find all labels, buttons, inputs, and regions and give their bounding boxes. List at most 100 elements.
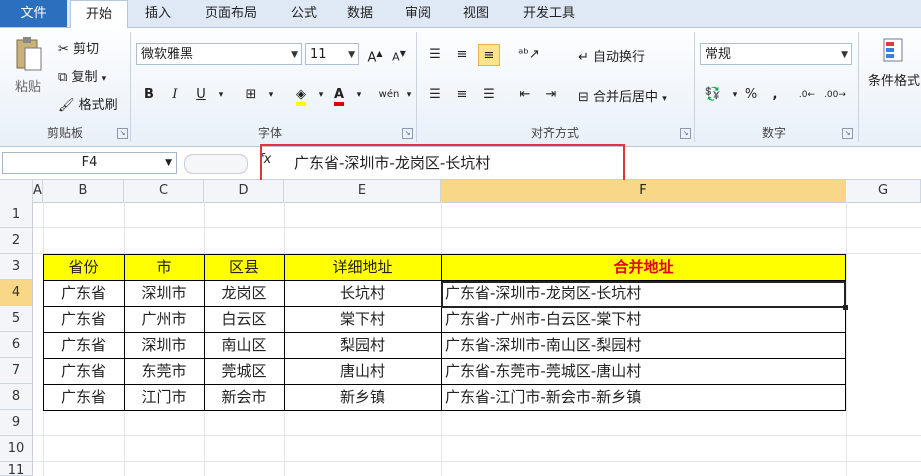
select-all-corner[interactable]: [0, 180, 33, 202]
column-header-e[interactable]: E: [284, 180, 441, 202]
conditional-format-button[interactable]: 条件格式: [864, 36, 921, 89]
tab-formulas[interactable]: 公式: [280, 0, 328, 27]
align-bottom-icon[interactable]: ≡: [478, 44, 500, 66]
column-header-b[interactable]: B: [43, 180, 124, 202]
name-box[interactable]: F4 ▼: [2, 152, 177, 174]
row-header-2[interactable]: 2: [0, 228, 33, 254]
table-cell[interactable]: 白云区: [204, 306, 284, 332]
increase-decimal-icon[interactable]: .0←: [796, 84, 818, 106]
font-color-icon[interactable]: A: [328, 84, 350, 106]
font-name-select[interactable]: 微软雅黑 ▼: [136, 43, 302, 65]
cut-button[interactable]: ✂ 剪切: [58, 38, 99, 57]
bold-button[interactable]: B: [138, 84, 160, 106]
comma-button[interactable]: ,: [764, 84, 786, 106]
table-cell[interactable]: 广州市: [124, 306, 204, 332]
table-cell-merged[interactable]: 广东省-深圳市-南山区-梨园村: [441, 332, 846, 358]
table-cell-merged[interactable]: 广东省-东莞市-莞城区-唐山村: [441, 358, 846, 384]
row-header-9[interactable]: 9: [0, 410, 33, 436]
tab-page-layout[interactable]: 页面布局: [192, 0, 270, 27]
decrease-indent-icon[interactable]: ⇤: [514, 84, 536, 106]
alignment-launcher-icon[interactable]: ↘: [680, 128, 691, 139]
row-header-1[interactable]: 1: [0, 202, 33, 228]
align-top-icon[interactable]: ☰: [424, 44, 446, 66]
table-cell[interactable]: 广东省: [43, 358, 124, 384]
table-cell[interactable]: 新乡镇: [284, 384, 441, 410]
borders-icon[interactable]: ⊞: [240, 84, 262, 106]
name-box-dropdown-icon[interactable]: ▼: [165, 153, 172, 173]
grow-font-icon[interactable]: A▲: [364, 43, 386, 65]
table-header-address[interactable]: 详细地址: [284, 254, 441, 280]
table-header-merged-address[interactable]: 合并地址: [441, 254, 846, 280]
row-header-6[interactable]: 6: [0, 332, 33, 358]
table-cell[interactable]: 深圳市: [124, 332, 204, 358]
percent-button[interactable]: %: [740, 84, 762, 106]
row-header-8[interactable]: 8: [0, 384, 33, 410]
tab-home[interactable]: 开始: [70, 0, 128, 29]
table-cell[interactable]: 东莞市: [124, 358, 204, 384]
table-cell[interactable]: 新会市: [204, 384, 284, 410]
table-cell[interactable]: 南山区: [204, 332, 284, 358]
table-cell[interactable]: 广东省: [43, 306, 124, 332]
decrease-decimal-icon[interactable]: .00→: [824, 84, 846, 106]
number-format-select[interactable]: 常规 ▼: [700, 43, 852, 65]
orientation-icon[interactable]: ᵃᵇ↗: [518, 44, 540, 66]
row-header-4[interactable]: 4: [0, 280, 33, 306]
column-header-g[interactable]: G: [846, 180, 921, 202]
fill-handle[interactable]: [843, 305, 848, 310]
align-middle-icon[interactable]: ≡: [451, 44, 473, 66]
table-cell[interactable]: 长坑村: [284, 280, 441, 306]
column-header-c[interactable]: C: [124, 180, 204, 202]
table-header-district[interactable]: 区县: [204, 254, 284, 280]
row-header-3[interactable]: 3: [0, 254, 33, 280]
column-header-f[interactable]: F: [441, 180, 846, 202]
wrap-text-button[interactable]: ↵ 自动换行: [578, 46, 645, 65]
table-cell[interactable]: 深圳市: [124, 280, 204, 306]
font-launcher-icon[interactable]: ↘: [402, 128, 413, 139]
tab-view[interactable]: 视图: [452, 0, 500, 27]
copy-button[interactable]: ⧉ 复制 ▾: [58, 66, 106, 85]
table-header-city[interactable]: 市: [124, 254, 204, 280]
phonetic-icon[interactable]: wén: [378, 84, 400, 106]
column-header-d[interactable]: D: [204, 180, 284, 202]
column-header-a[interactable]: A: [33, 180, 43, 202]
tab-review[interactable]: 审阅: [394, 0, 442, 27]
row-header-10[interactable]: 10: [0, 436, 33, 462]
currency-icon[interactable]: 💱: [702, 84, 724, 106]
fill-color-icon[interactable]: ◈: [290, 84, 312, 106]
table-cell[interactable]: 广东省: [43, 280, 124, 306]
table-cell[interactable]: 广东省: [43, 332, 124, 358]
borders-dropdown-icon[interactable]: ▾: [260, 84, 282, 106]
merge-center-button[interactable]: ⊟ 合并后居中 ▾: [578, 86, 667, 105]
table-cell[interactable]: 唐山村: [284, 358, 441, 384]
table-cell[interactable]: 龙岗区: [204, 280, 284, 306]
table-header-province[interactable]: 省份: [43, 254, 124, 280]
paste-button[interactable]: 粘贴: [8, 36, 48, 95]
align-left-icon[interactable]: ☰: [424, 84, 446, 106]
tab-data[interactable]: 数据: [336, 0, 384, 27]
formula-bar-splitter[interactable]: [184, 154, 248, 174]
format-painter-button[interactable]: 🖌 格式刷: [58, 94, 118, 113]
tab-insert[interactable]: 插入: [134, 0, 182, 27]
font-color-dropdown-icon[interactable]: ▾: [348, 84, 370, 106]
underline-button[interactable]: U: [190, 84, 212, 106]
increase-indent-icon[interactable]: ⇥: [540, 84, 562, 106]
underline-dropdown-icon[interactable]: ▾: [210, 84, 232, 106]
tab-developer[interactable]: 开发工具: [510, 0, 588, 27]
align-right-icon[interactable]: ☰: [478, 84, 500, 106]
clipboard-launcher-icon[interactable]: ↘: [117, 128, 128, 139]
row-header-7[interactable]: 7: [0, 358, 33, 384]
table-cell[interactable]: 江门市: [124, 384, 204, 410]
table-cell[interactable]: 梨园村: [284, 332, 441, 358]
align-center-icon[interactable]: ≡: [451, 84, 473, 106]
number-launcher-icon[interactable]: ↘: [842, 128, 853, 139]
row-header-11[interactable]: 11: [0, 462, 33, 476]
italic-button[interactable]: I: [164, 84, 186, 106]
table-cell-merged[interactable]: 广东省-广州市-白云区-棠下村: [441, 306, 846, 332]
row-header-5[interactable]: 5: [0, 306, 33, 332]
font-size-select[interactable]: 11 ▼: [305, 43, 359, 65]
tab-file[interactable]: 文件: [0, 0, 67, 27]
table-cell[interactable]: 广东省: [43, 384, 124, 410]
table-cell-merged[interactable]: 广东省-江门市-新会市-新乡镇: [441, 384, 846, 410]
table-cell[interactable]: 棠下村: [284, 306, 441, 332]
table-cell[interactable]: 莞城区: [204, 358, 284, 384]
